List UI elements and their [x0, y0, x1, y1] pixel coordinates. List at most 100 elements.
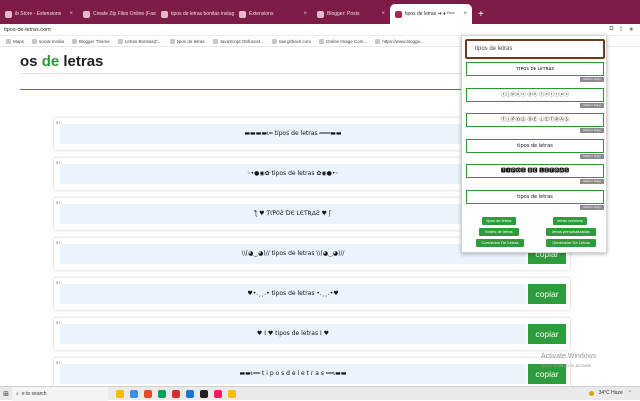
popup-link-button[interactable]: letras personalizadas	[546, 228, 596, 236]
tab-label: Extensions	[249, 11, 274, 17]
taskbar-app-icon[interactable]	[186, 389, 194, 398]
taskbar-app-icon[interactable]	[214, 389, 222, 398]
tray-arrow-icon[interactable]: ⌃	[628, 390, 632, 396]
bookmark-item[interactable]: Online Image Com...	[318, 38, 367, 44]
bookmark-favicon-icon	[271, 38, 277, 44]
browser-tab[interactable]: Create Zip Files Online (Fast!)×	[78, 4, 156, 24]
taskbar-app-icon[interactable]	[172, 389, 180, 398]
close-tab-icon[interactable]: ×	[463, 11, 467, 17]
click-to-copy-button[interactable]: Click to Copy	[580, 128, 604, 133]
bookmark-item[interactable]: Maps	[6, 38, 24, 44]
tab-label: Create Zip Files Online (Fast!)	[93, 11, 156, 17]
extension-popup: tipos de letras ᴛɪᴘᴏꜱ ᴅᴇ ʟᴇᴛʀᴀꜱ Click to …	[461, 35, 607, 253]
browser-tab[interactable]: tipos de letras ➜ ♦ ᵗⁱᵖᵒˢ ×	[390, 4, 472, 24]
bookmark-label: https://www.blogge...	[382, 38, 424, 44]
tab-favicon-icon	[395, 10, 402, 18]
browser-tab[interactable]: ib Store - Extensions ×	[0, 4, 78, 24]
bookmark-favicon-icon	[32, 38, 38, 44]
tab-favicon-icon	[161, 10, 168, 18]
taskbar-app-icon[interactable]	[158, 389, 166, 398]
click-to-copy-button[interactable]: Click to Copy	[580, 153, 604, 159]
font-style-card: 07 ♥ I ♥ tipos de letras I ♥ copiar	[54, 318, 570, 350]
windows-taskbar: ⊞ ⌕ e to search 34°C Haze ⌃	[0, 386, 640, 401]
close-tab-icon[interactable]: ×	[69, 11, 73, 17]
copy-button[interactable]: copiar	[528, 324, 566, 344]
tab-label: tipos de letras ➜ ♦ ᵗⁱᵖᵒˢ	[405, 11, 455, 17]
new-tab-button[interactable]: +	[472, 9, 490, 24]
bookmark-item[interactable]: Letras Bonitas|C...	[117, 38, 162, 44]
bookmark-label: Letras Bonitas|C...	[124, 38, 162, 44]
bookmark-favicon-icon	[318, 38, 324, 44]
taskbar-app-icon[interactable]	[130, 389, 138, 398]
taskbar-app-icon[interactable]	[116, 389, 124, 398]
styled-text-field[interactable]: \\(◕‿◕)// tipos de letras \\(◕‿◕)//	[60, 244, 526, 264]
close-tab-icon[interactable]: ×	[303, 11, 307, 17]
bookmark-favicon-icon	[72, 38, 78, 44]
styled-preview-box[interactable]: tipos de letras	[466, 189, 604, 204]
browser-tab[interactable]: Extensions ×	[234, 4, 312, 24]
popup-link-button[interactable]: fontes de letras	[479, 228, 519, 236]
click-to-copy-button[interactable]: Click to Copy	[580, 204, 604, 210]
site-title-end: letras	[59, 53, 104, 70]
font-style-card: 07 ♥•.¸¸.• tipos de letras •.¸¸.•♥ copiar	[54, 278, 570, 310]
styled-text-field[interactable]: ♥ I ♥ tipos de letras I ♥	[60, 324, 526, 344]
popup-link-button[interactable]: Generador De Letras	[546, 239, 596, 247]
bookmark-label: raw.githack.com	[278, 38, 311, 44]
site-title-start: os	[20, 53, 42, 70]
bookmark-star-icon[interactable]: ★	[629, 26, 634, 33]
click-to-copy-button[interactable]: Click to Copy	[580, 102, 604, 108]
styled-text-field[interactable]: ▬▬▬▬ι═ tipos de letras ═══▬▬	[60, 124, 526, 144]
tab-favicon-icon	[239, 10, 246, 18]
font-style-card: 07 ▬▬ι══ t i p o s d e l e t r a s ══ι▬▬ c…	[54, 358, 570, 386]
taskbar-app-icon[interactable]	[144, 389, 152, 398]
bookmark-item[interactable]: JavaScript Obfuscat...	[212, 38, 264, 44]
tab-label: Blogger: Posts	[327, 11, 360, 17]
styled-preview-box[interactable]: ⓉⒾⓅⓄⓈ ⒹⒺ ⓁⒺⓉⓇⒶⓈ	[466, 113, 604, 127]
weather-text[interactable]: 34°C Haze	[599, 390, 623, 396]
styled-text: \\(◕‿◕)// tipos de letras \\(◕‿◕)//	[241, 250, 345, 257]
bookmark-item[interactable]: raw.githack.com	[271, 38, 311, 44]
site-title-green: de	[41, 53, 60, 70]
styled-text-field[interactable]: ◦•●◉✿ tipos de letras ✿◉●•◦	[60, 164, 526, 184]
bookmark-item[interactable]: social media	[32, 38, 64, 44]
bookmark-favicon-icon	[375, 38, 381, 44]
popup-link-button[interactable]: letras cursivas	[553, 217, 587, 225]
click-to-copy-button[interactable]: Click to Copy	[580, 179, 604, 184]
text-input[interactable]: tipos de letras	[465, 39, 605, 59]
weather-icon[interactable]	[588, 390, 594, 396]
bookmark-favicon-icon	[212, 38, 218, 44]
click-to-copy-button[interactable]: Click to Copy	[580, 77, 604, 82]
taskbar-app-icon[interactable]	[228, 389, 236, 398]
bookmark-item[interactable]: https://www.blogge...	[375, 38, 424, 44]
popup-link-button[interactable]: tipos de letras	[482, 217, 516, 225]
install-app-icon[interactable]: ⧉	[609, 26, 613, 33]
tab-favicon-icon	[317, 10, 324, 18]
taskbar-app-icon[interactable]	[200, 389, 208, 398]
share-icon[interactable]: ⇪	[619, 26, 624, 33]
bookmark-item[interactable]: Blogger Theme	[72, 38, 110, 44]
styled-text-field[interactable]: ▬▬ι══ t i p o s d e l e t r a s ══ι▬▬	[60, 364, 526, 384]
system-tray: 34°C Haze ⌃	[588, 390, 632, 396]
styled-preview-box[interactable]: ⓣⓘⓟⓞⓢ ⓓⓔ ⓛⓔⓣⓡⓐⓢ	[466, 87, 604, 102]
close-tab-icon[interactable]: ×	[381, 11, 385, 17]
tab-label: ib Store - Extensions	[15, 11, 62, 17]
styled-text: ƪ ♥ ƬƖƤ0Ƨ ƊЄ ԼЄƬƦ∆Ƨ ♥ ʃ	[255, 210, 331, 217]
url-text[interactable]: tipos-de-letras.com	[4, 27, 51, 33]
styled-preview-box[interactable]: tipos de letras	[466, 138, 604, 153]
popup-link-button[interactable]: Conversor De Letras	[476, 239, 524, 247]
browser-tab[interactable]: tipos de letras bonitas instagram×	[156, 4, 234, 24]
taskbar-search-box[interactable]: ⌕ e to search	[12, 386, 108, 401]
bookmark-item[interactable]: tipos de letras	[169, 38, 205, 44]
header-divider	[20, 73, 480, 74]
styled-preview-box[interactable]: 🆃🅸🅿🅾🆂 🅳🅴 🅻🅴🆃🆁🅰🆂	[466, 164, 604, 178]
styled-preview-box[interactable]: ᴛɪᴘᴏꜱ ᴅᴇ ʟᴇᴛʀᴀꜱ	[466, 62, 604, 76]
windows-start-icon[interactable]: ⊞	[0, 390, 12, 398]
styled-text-field[interactable]: ƪ ♥ ƬƖƤ0Ƨ ƊЄ ԼЄƬƦ∆Ƨ ♥ ʃ	[60, 204, 526, 224]
site-title[interactable]: os de letras	[20, 53, 103, 70]
styled-text: ◦•●◉✿ tipos de letras ✿◉●•◦	[247, 170, 339, 177]
copy-button[interactable]: copiar	[528, 284, 566, 304]
browser-tab[interactable]: Blogger: Posts ×	[312, 4, 390, 24]
taskbar-app-icons	[116, 389, 236, 398]
tab-strip: ib Store - Extensions × Create Zip Files O…	[0, 4, 472, 24]
styled-text-field[interactable]: ♥•.¸¸.• tipos de letras •.¸¸.•♥	[60, 284, 526, 304]
